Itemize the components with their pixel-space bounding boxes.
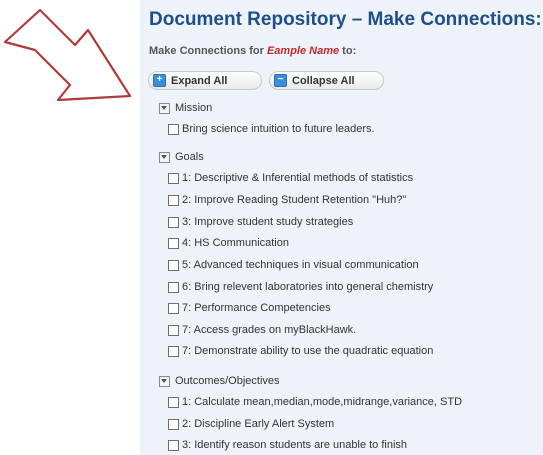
plus-icon: + (153, 74, 166, 87)
item-label: 7: Performance Competencies (182, 302, 331, 314)
checkbox[interactable] (168, 324, 179, 336)
list-item[interactable]: 7: Access grades on myBlackHawk. (168, 324, 356, 336)
group-goals[interactable]: Goals (159, 151, 204, 163)
list-item[interactable]: 5: Advanced techniques in visual communi… (168, 259, 419, 271)
item-label: 1: Calculate mean,median,mode,midrange,v… (182, 396, 463, 408)
item-label: 7: Access grades on myBlackHawk. (182, 324, 357, 336)
connections-subtitle: Make Connections for Eample Name to: (149, 45, 356, 57)
list-item[interactable]: 2: Improve Reading Student Retention "Hu… (168, 194, 406, 206)
group-label: Outcomes/Objectives (175, 375, 280, 387)
collapse-toggle-icon[interactable] (159, 151, 170, 163)
list-item[interactable]: 7: Demonstrate ability to use the quadra… (168, 345, 433, 357)
list-item[interactable]: 7: Performance Competencies (168, 302, 331, 314)
checkbox[interactable] (168, 396, 179, 408)
collapse-toggle-icon[interactable] (159, 102, 170, 114)
checkbox[interactable] (168, 418, 179, 430)
list-item[interactable]: Bring science intuition to future leader… (168, 123, 375, 135)
checkbox[interactable] (168, 172, 179, 184)
group-label: Goals (175, 151, 204, 163)
list-item[interactable]: 3: Identify reason students are unable t… (168, 439, 407, 451)
checkbox[interactable] (168, 237, 179, 249)
list-item[interactable]: 4: HS Communication (168, 237, 289, 249)
group-label: Mission (175, 102, 213, 114)
checkbox[interactable] (168, 216, 179, 228)
subtitle-suffix: to: (339, 45, 357, 57)
list-item[interactable]: 1: Calculate mean,median,mode,midrange,v… (168, 396, 462, 408)
item-label: 6: Bring relevent laboratories into gene… (182, 281, 434, 293)
expand-all-label: Expand All (171, 74, 228, 87)
item-label: Bring science intuition to future leader… (182, 123, 375, 135)
item-label: 5: Advanced techniques in visual communi… (182, 259, 419, 271)
collapse-toggle-icon[interactable] (159, 375, 170, 387)
checkbox[interactable] (168, 345, 179, 357)
collapse-all-label: Collapse All (292, 74, 355, 87)
item-label: 3: Improve student study strategies (182, 216, 354, 228)
minus-icon: − (274, 74, 287, 87)
item-label: 2: Discipline Early Alert System (182, 418, 335, 430)
item-label: 2: Improve Reading Student Retention "Hu… (182, 194, 407, 206)
group-outcomes-objectives[interactable]: Outcomes/Objectives (159, 375, 280, 387)
list-item[interactable]: 1: Descriptive & Inferential methods of … (168, 172, 413, 184)
checkbox[interactable] (168, 194, 179, 206)
item-label: 4: HS Communication (182, 237, 289, 249)
checkbox[interactable] (168, 123, 179, 135)
pointer-arrow-icon (3, 8, 132, 102)
checkbox[interactable] (168, 302, 179, 314)
list-item[interactable]: 2: Discipline Early Alert System (168, 418, 334, 430)
checkbox[interactable] (168, 259, 179, 271)
subtitle-name: Eample Name (266, 45, 340, 57)
checkbox[interactable] (168, 439, 179, 451)
list-item[interactable]: 3: Improve student study strategies (168, 216, 353, 228)
expand-all-button[interactable]: + Expand All (148, 71, 262, 90)
group-mission[interactable]: Mission (159, 102, 212, 114)
subtitle-prefix: Make Connections for (149, 45, 267, 57)
item-label: 3: Identify reason students are unable t… (182, 439, 408, 451)
item-label: 1: Descriptive & Inferential methods of … (182, 172, 414, 184)
checkbox[interactable] (168, 281, 179, 293)
list-item[interactable]: 6: Bring relevent laboratories into gene… (168, 281, 433, 293)
item-label: 7: Demonstrate ability to use the quadra… (182, 345, 434, 357)
page-title: Document Repository – Make Connections: (149, 9, 542, 30)
collapse-all-button[interactable]: − Collapse All (269, 71, 384, 90)
